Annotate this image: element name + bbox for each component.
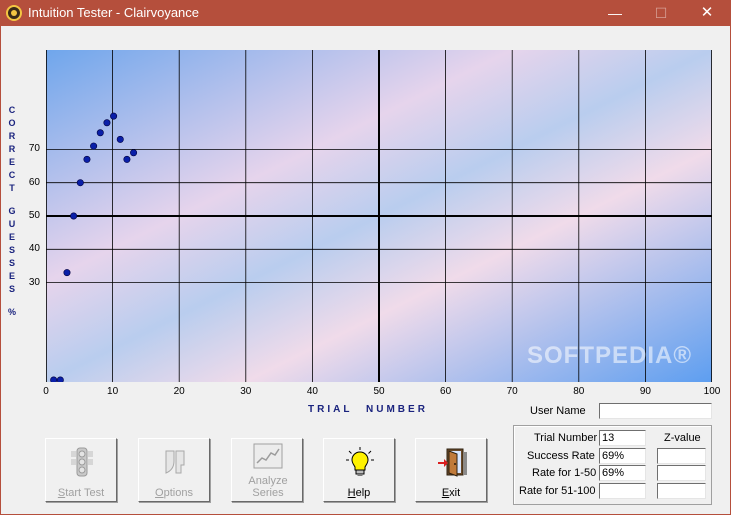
user-name-input[interactable] — [599, 403, 712, 419]
y-axis-label-letter: S — [8, 258, 15, 268]
y-tick-label: 30 — [28, 276, 40, 288]
close-button[interactable]: ✕ — [684, 0, 730, 26]
y-tick-label: 50 — [28, 210, 40, 221]
y-axis-label-letter: R — [8, 131, 16, 141]
success-rate-field: 69% — [599, 448, 646, 464]
y-axis-label-letter: S — [8, 245, 15, 255]
data-point — [70, 212, 78, 220]
options-icon — [165, 450, 185, 474]
y-axis-label-letter: T — [9, 183, 15, 193]
softpedia-watermark: SOFTPEDIA® — [527, 342, 693, 369]
app-eye-icon[interactable] — [6, 5, 22, 21]
analyze-series-label: Analyze Series — [248, 475, 288, 499]
x-tick-label: 10 — [107, 386, 119, 397]
help-label: Help — [347, 487, 371, 499]
y-axis-label-letter: R — [8, 144, 16, 154]
data-point — [103, 119, 111, 127]
analyze-series-button[interactable]: Analyze Series — [231, 438, 303, 502]
x-tick-label: 100 — [703, 386, 721, 397]
exit-label: Exit — [441, 487, 461, 499]
start-test-button[interactable]: Start Test — [45, 438, 117, 502]
help-button[interactable]: Help — [323, 438, 395, 502]
x-axis-label: TRIAL NUMBER — [308, 404, 428, 415]
x-tick-label: 80 — [573, 386, 585, 397]
rate-51-100-field — [599, 483, 646, 499]
y-axis-label: CORRECT GUESSES % — [6, 104, 18, 319]
x-tick-label: 50 — [373, 386, 385, 397]
trial-number-label: Trial Number — [534, 432, 598, 444]
y-axis-label-letter: O — [8, 118, 16, 128]
y-axis-label-letter: S — [8, 284, 15, 294]
rate-51-100-label: Rate for 51-100 — [519, 485, 596, 497]
data-point — [63, 269, 71, 277]
y-axis-label-letter — [6, 195, 18, 205]
data-point — [76, 179, 84, 187]
title-bar: Intuition Tester - Clairvoyance — ☐ ✕ — [0, 0, 731, 26]
y-axis-label-letter: E — [8, 271, 15, 281]
y-axis-label-letter: % — [7, 307, 16, 317]
trial-number-field: 13 — [599, 430, 646, 446]
x-tick-label: 70 — [506, 386, 518, 397]
data-point — [130, 149, 138, 157]
maximize-button[interactable]: ☐ — [638, 0, 684, 26]
options-button[interactable]: Options — [138, 438, 210, 502]
x-tick-label: 0 — [43, 386, 49, 397]
y-tick-label: 40 — [28, 243, 40, 255]
exit-button[interactable]: Exit — [415, 438, 487, 502]
rate-1-50-label: Rate for 1-50 — [532, 467, 597, 479]
x-tick-label: 30 — [240, 386, 252, 397]
data-point — [123, 155, 131, 163]
rate-1-50-z-field — [657, 465, 706, 481]
x-tick-label: 40 — [306, 386, 318, 397]
success-z-field — [657, 448, 706, 464]
y-axis-label-letter: C — [8, 105, 16, 115]
data-point — [110, 112, 118, 120]
data-point — [90, 142, 98, 150]
rate-1-50-field: 69% — [599, 465, 646, 481]
y-axis-label-letter: C — [8, 170, 16, 180]
z-value-label: Z-value — [664, 432, 701, 444]
results-chart — [46, 50, 712, 382]
data-point — [116, 135, 124, 143]
y-axis-label-letter: G — [8, 206, 16, 216]
exit-door-icon — [438, 448, 467, 477]
minimize-button[interactable]: — — [592, 0, 638, 26]
y-axis-label-letter: E — [8, 157, 15, 167]
y-axis-label-letter: E — [8, 232, 15, 242]
x-tick-label: 60 — [440, 386, 452, 397]
options-label: Options — [155, 487, 193, 499]
user-name-label: User Name — [530, 405, 586, 417]
x-tick-label: 90 — [639, 386, 651, 397]
window-title: Intuition Tester - Clairvoyance — [28, 5, 200, 20]
data-point — [96, 129, 104, 137]
y-tick-label: 70 — [28, 143, 40, 155]
data-point — [50, 376, 58, 382]
success-rate-label: Success Rate — [527, 450, 595, 462]
y-axis-label-letter — [6, 296, 18, 306]
lightbulb-icon — [346, 447, 374, 476]
chart-icon — [253, 443, 283, 469]
y-axis-label-letter: U — [8, 219, 16, 229]
traffic-light-icon — [71, 447, 93, 477]
rate-51-100-z-field — [657, 483, 706, 499]
start-test-label: Start Test — [57, 487, 105, 499]
y-tick-label: 60 — [28, 176, 40, 188]
data-point — [83, 155, 91, 163]
x-tick-label: 20 — [173, 386, 185, 397]
data-point — [56, 376, 64, 382]
